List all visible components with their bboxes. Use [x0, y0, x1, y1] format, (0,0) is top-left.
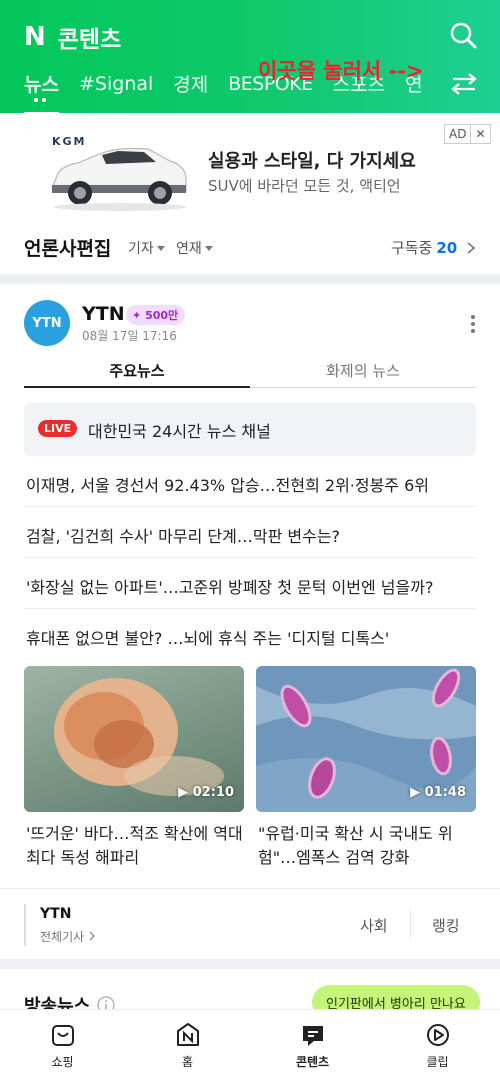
chevron-down-icon: [156, 246, 165, 251]
nav-shopping-label: 쇼핑: [51, 1055, 74, 1069]
more-vertical-icon[interactable]: [470, 314, 476, 334]
tab-news[interactable]: 뉴스: [24, 70, 59, 115]
subscriber-badge: ✦ 500만: [126, 305, 186, 325]
press-edit-title: 언론사편집: [24, 238, 112, 260]
ad-label: AD: [449, 127, 467, 141]
sparkle-icon: ✦: [132, 309, 142, 322]
annotation-note: 이곳을 눌러서 -->: [258, 59, 424, 83]
series-filter-label: 연재: [176, 241, 202, 257]
bottom-navigation: 쇼핑 홈 콘텐츠 클립: [0, 1009, 500, 1076]
ad-banner[interactable]: KGM 실용과 스타일, 다 가지세요 SUV에 바라던 모든 것, 액티언: [0, 113, 500, 216]
publisher-name[interactable]: YTN: [82, 303, 125, 325]
ad-badge[interactable]: AD ✕: [444, 124, 491, 144]
play-icon: ▶: [178, 785, 189, 800]
headline-link[interactable]: 휴대폰 없으면 불안? …뇌에 휴식 주는 '디지털 디톡스': [26, 625, 478, 649]
video-thumbnail-mpox[interactable]: ▶ 01:48: [256, 666, 476, 812]
chevron-right-icon: [467, 242, 476, 254]
video-caption[interactable]: '뜨거운' 바다…적조 확산에 역대 최다 독성 해파리: [26, 822, 246, 870]
headline-link[interactable]: 이재명, 서울 경선서 92.43% 압승…전현희 2위·정봉주 6위: [26, 472, 478, 496]
divider: [410, 910, 411, 938]
publisher-footer: YTN 전체기사 사회 랭킹: [24, 904, 476, 946]
headline-link[interactable]: '화장실 없는 아파트'…고준위 방폐장 첫 문턱 이번엔 넘을까?: [26, 574, 478, 598]
reporter-filter-label: 기자: [128, 241, 154, 257]
tab-top-news[interactable]: 주요뉴스: [24, 354, 250, 388]
chevron-down-icon: [204, 246, 213, 251]
divider: [0, 888, 500, 889]
nav-home[interactable]: 홈: [125, 1010, 250, 1076]
tab-trending-news[interactable]: 화제의 뉴스: [250, 354, 476, 387]
play-icon: ▶: [410, 785, 421, 800]
divider: [24, 506, 476, 507]
all-articles-link[interactable]: 전체기사: [40, 928, 96, 945]
publish-time: 08월 17일 17:16: [82, 329, 177, 343]
series-filter[interactable]: 연재: [176, 238, 213, 258]
ytn-avatar[interactable]: YTN: [24, 300, 70, 346]
home-n-icon: [176, 1023, 199, 1046]
brand: N 콘텐츠: [24, 20, 121, 54]
clip-icon: [426, 1024, 449, 1046]
ad-title: 실용과 스타일, 다 가지세요: [208, 151, 416, 172]
section-link-society[interactable]: 사회: [360, 915, 388, 936]
nav-contents-label: 콘텐츠: [295, 1055, 330, 1069]
tab-economy[interactable]: 경제: [173, 70, 208, 97]
tab-signal[interactable]: #Signal: [79, 73, 153, 95]
nav-home-label: 홈: [181, 1055, 194, 1069]
ad-subtitle: SUV에 바라던 모든 것, 액티언: [208, 177, 401, 195]
nav-clip-label: 클립: [426, 1055, 449, 1069]
headline-link[interactable]: 검찰, '김건희 수사' 마무리 단계…막판 변수는?: [26, 523, 478, 547]
search-icon[interactable]: [448, 20, 478, 50]
divider: [24, 608, 476, 609]
shopping-bag-icon: [51, 1025, 74, 1046]
nav-shopping[interactable]: 쇼핑: [0, 1010, 125, 1076]
nav-clip[interactable]: 클립: [375, 1010, 500, 1076]
video-duration: ▶ 02:10: [178, 785, 234, 800]
naver-logo[interactable]: N: [24, 23, 46, 51]
subscribed-label: 구독중: [390, 239, 433, 257]
duration-text: 01:48: [424, 785, 466, 800]
all-articles-label: 전체기사: [40, 930, 85, 944]
video-duration: ▶ 01:48: [410, 785, 466, 800]
contents-icon: [302, 1026, 323, 1046]
subscribed-count: 20: [436, 239, 458, 257]
footer-publisher-name[interactable]: YTN: [40, 906, 71, 922]
section-divider: [0, 959, 500, 969]
video-caption[interactable]: "유럽·미국 확산 시 국내도 위험"…엠폭스 검역 강화: [258, 822, 478, 870]
subscriber-count: 500만: [145, 309, 179, 322]
section-title: 콘텐츠: [57, 27, 122, 53]
nav-contents[interactable]: 콘텐츠: [250, 1010, 375, 1076]
section-divider: [0, 274, 500, 284]
video-thumbnail-jellyfish[interactable]: ▶ 02:10: [24, 666, 244, 812]
divider: [24, 557, 476, 558]
active-tab-dots: [34, 98, 48, 102]
reporter-filter[interactable]: 기자: [128, 238, 165, 258]
live-channel-text: 대한민국 24시간 뉴스 채널: [88, 422, 271, 441]
subscribed-count-link[interactable]: 구독중 20: [391, 237, 476, 258]
live-channel-link[interactable]: LIVE 대한민국 24시간 뉴스 채널: [24, 403, 476, 456]
tab-settings-swap-icon[interactable]: [450, 72, 478, 96]
press-edit-bar: 언론사편집 기자 연재 구독중 20: [0, 216, 500, 274]
duration-text: 02:10: [192, 785, 234, 800]
suv-car-image: [51, 147, 187, 211]
press-card: YTN YTN ✦ 500만 08월 17일 17:16 주요뉴스 화제의 뉴스…: [0, 284, 500, 959]
news-subtabs: 주요뉴스 화제의 뉴스: [24, 354, 476, 388]
section-link-ranking[interactable]: 랭킹: [432, 915, 460, 936]
live-badge: LIVE: [38, 420, 78, 437]
ad-close-icon[interactable]: ✕: [470, 125, 489, 143]
chevron-right-icon: [89, 931, 95, 941]
top-header: N 콘텐츠 뉴스 #Signal 경제 BESPOKE 스포츠 연 이곳을 눌러…: [0, 0, 500, 115]
